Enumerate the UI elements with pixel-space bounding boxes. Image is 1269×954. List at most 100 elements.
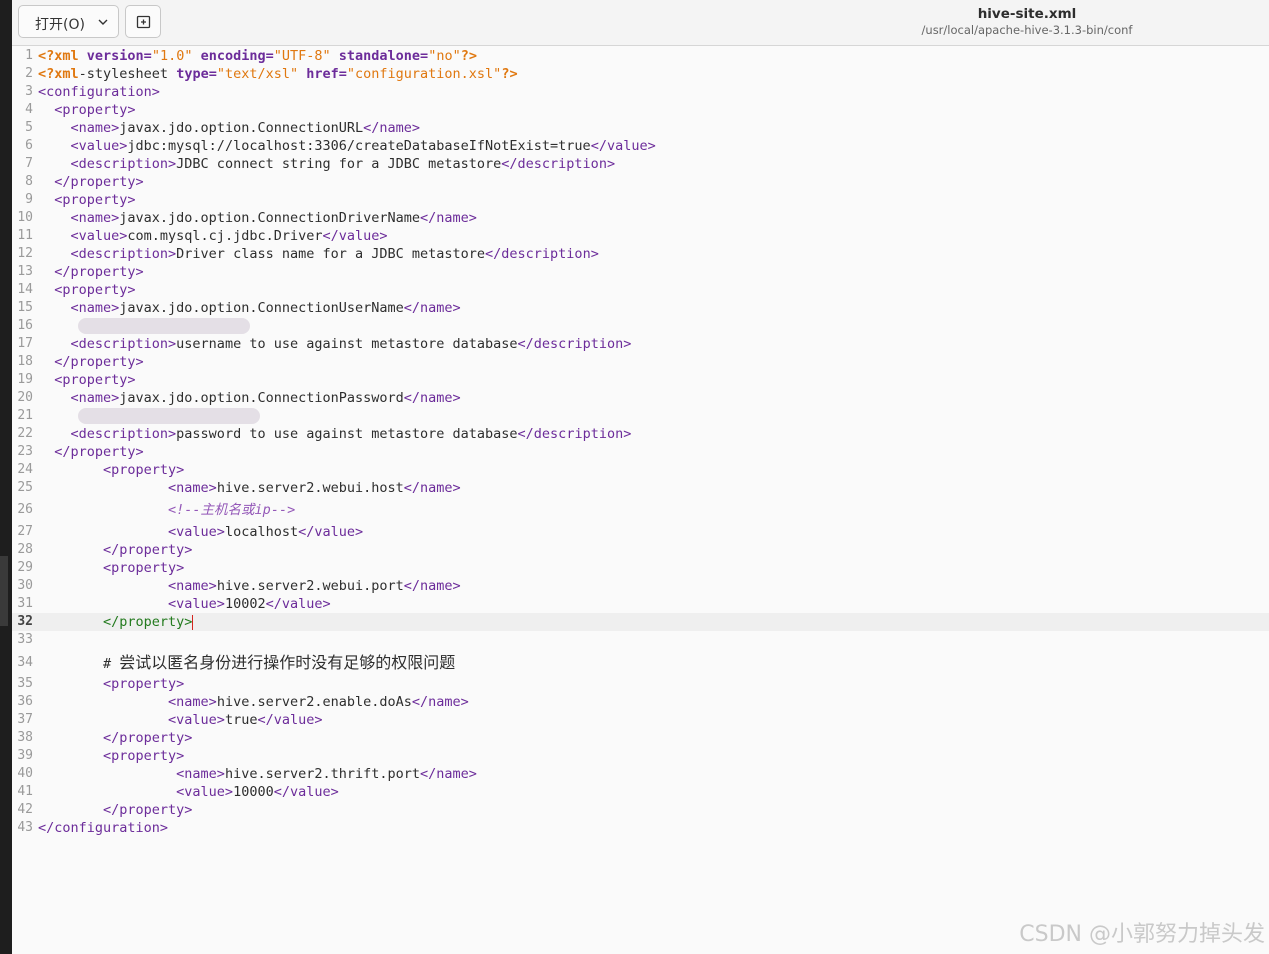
code-line: 11 <value>com.mysql.cj.jdbc.Driver</valu… [12, 227, 1269, 245]
xml-text: 10000 [233, 784, 274, 800]
current-line[interactable]: 32 </property> [12, 613, 1269, 631]
line-number: 40 [17, 766, 33, 781]
xml-tag: </name> [420, 766, 477, 782]
xml-tag: <property> [38, 192, 136, 208]
line-number: 10 [17, 210, 33, 225]
xml-tag: </configuration> [38, 820, 169, 836]
xml-tag: <name> [38, 390, 120, 406]
line-number: 14 [17, 282, 33, 297]
text-cursor [192, 614, 194, 630]
xml-tag: <property> [38, 462, 185, 478]
xml-decl: <?xml [38, 66, 79, 82]
xml-text: 10002 [224, 596, 266, 612]
code-line: 29 <property> [12, 559, 1269, 577]
xml-text: jdbc:mysql://localhost:3306/ [127, 138, 355, 154]
code-line: 12 <description>Driver class name for a … [12, 245, 1269, 263]
attr-value: "text/xsl" [216, 66, 307, 82]
chinese-note: 尝试以匿名身份进行操作时没有足够的权限问题 [119, 653, 456, 672]
xml-tag: <description> [38, 156, 177, 172]
matched-xml-tag: </property> [38, 614, 193, 630]
line-number: 4 [25, 102, 33, 117]
attr-name: version= [86, 48, 152, 64]
xml-tag: <property> [38, 676, 185, 692]
attr-value: "no" [428, 48, 461, 64]
xml-tag: </property> [38, 542, 193, 558]
line-number: 41 [17, 784, 33, 799]
open-button[interactable]: 打开(O) [18, 5, 119, 38]
xml-tag: </value> [273, 784, 339, 800]
xml-tag: <value> [38, 524, 225, 540]
xml-tag: </property> [38, 264, 144, 280]
xml-text: javax.jdo.option.ConnectionPassword [119, 390, 404, 406]
xml-text: true [224, 712, 258, 728]
line-number: 19 [17, 372, 33, 387]
code-line: 5 <name>javax.jdo.option.ConnectionURL</… [12, 119, 1269, 137]
code-line: 36 <name>hive.server2.enable.doAs</name> [12, 693, 1269, 711]
dock-edge [0, 556, 8, 626]
xml-tag: <description> [38, 426, 177, 442]
line-number: 26 [17, 502, 33, 517]
code-line: 25 <name>hive.server2.webui.host</name> [12, 479, 1269, 497]
xml-tag: <description> [38, 336, 177, 352]
xml-text: localhost [224, 524, 299, 540]
code-line: 19 <property> [12, 371, 1269, 389]
xml-tag: </description> [485, 246, 599, 262]
xml-text: com.mysql.cj.jdbc.Driver [127, 228, 323, 244]
xml-text: javax.jdo.option.ConnectionUserName [119, 300, 404, 316]
file-title: hive-site.xml [977, 6, 1077, 22]
xml-tag: </value> [298, 524, 364, 540]
line-number: 39 [17, 748, 33, 763]
line-number: 2 [25, 66, 33, 81]
attr-value: "configuration.xsl" [346, 66, 502, 82]
chevron-down-icon [98, 19, 108, 25]
xml-tag: </value> [257, 712, 323, 728]
xml-tag: <property> [38, 748, 185, 764]
code-line: 26 <!--主机名或ip--> [12, 499, 1269, 521]
xml-text: hive.server2.thrift.port [224, 766, 421, 782]
code-line: 4 <property> [12, 101, 1269, 119]
code-line: 27 <value>localhost</value> [12, 523, 1269, 541]
line-number: 31 [17, 596, 33, 611]
xml-tag: <name> [38, 578, 217, 594]
xml-tag: <name> [38, 694, 217, 710]
xml-tag: <configuration> [38, 84, 160, 100]
xml-tag: </property> [38, 730, 193, 746]
xml-tag: <value> [38, 228, 128, 244]
code-line: 9 <property> [12, 191, 1269, 209]
code-line: 8 </property> [12, 173, 1269, 191]
pi-target: -stylesheet [78, 66, 177, 82]
line-number: 34 [17, 655, 33, 670]
code-line: 40 <name>hive.server2.thrift.port</name> [12, 765, 1269, 783]
line-number: 32 [17, 614, 33, 629]
code-line: 20 <name>javax.jdo.option.ConnectionPass… [12, 389, 1269, 407]
line-number: 21 [17, 408, 33, 423]
line-number: 12 [17, 246, 33, 261]
text-editor[interactable]: 1 <?xml version="1.0" encoding="UTF-8" st… [12, 46, 1269, 954]
xml-tag: </name> [403, 480, 461, 496]
xml-text: Driver class name for a JDBC metastore [176, 246, 486, 262]
line-number: 36 [17, 694, 33, 709]
xml-text: password to use against metastore databa… [176, 426, 518, 442]
xml-tag: </property> [38, 354, 144, 370]
line-number: 30 [17, 578, 33, 593]
new-tab-button[interactable] [125, 5, 161, 38]
code-line: 24 <property> [12, 461, 1269, 479]
line-number: 24 [17, 462, 33, 477]
code-line: 3 <configuration> [12, 83, 1269, 101]
redacted-value-blur [78, 318, 250, 334]
code-line: 42 </property> [12, 801, 1269, 819]
line-number: 37 [17, 712, 33, 727]
attr-name: href= [306, 66, 347, 82]
code-line: 7 <description>JDBC connect string for a… [12, 155, 1269, 173]
code-line: 15 <name>javax.jdo.option.ConnectionUser… [12, 299, 1269, 317]
attr-value: "UTF-8" [273, 48, 339, 64]
xml-tag: </description> [517, 336, 632, 352]
code-line: 23 </property> [12, 443, 1269, 461]
code-line: 30 <name>hive.server2.webui.port</name> [12, 577, 1269, 595]
line-number: 6 [25, 138, 33, 153]
code-line: 39 <property> [12, 747, 1269, 765]
line-number: 8 [25, 174, 33, 189]
open-button-label: 打开(O) [35, 17, 85, 33]
attr-name: encoding= [200, 48, 274, 64]
